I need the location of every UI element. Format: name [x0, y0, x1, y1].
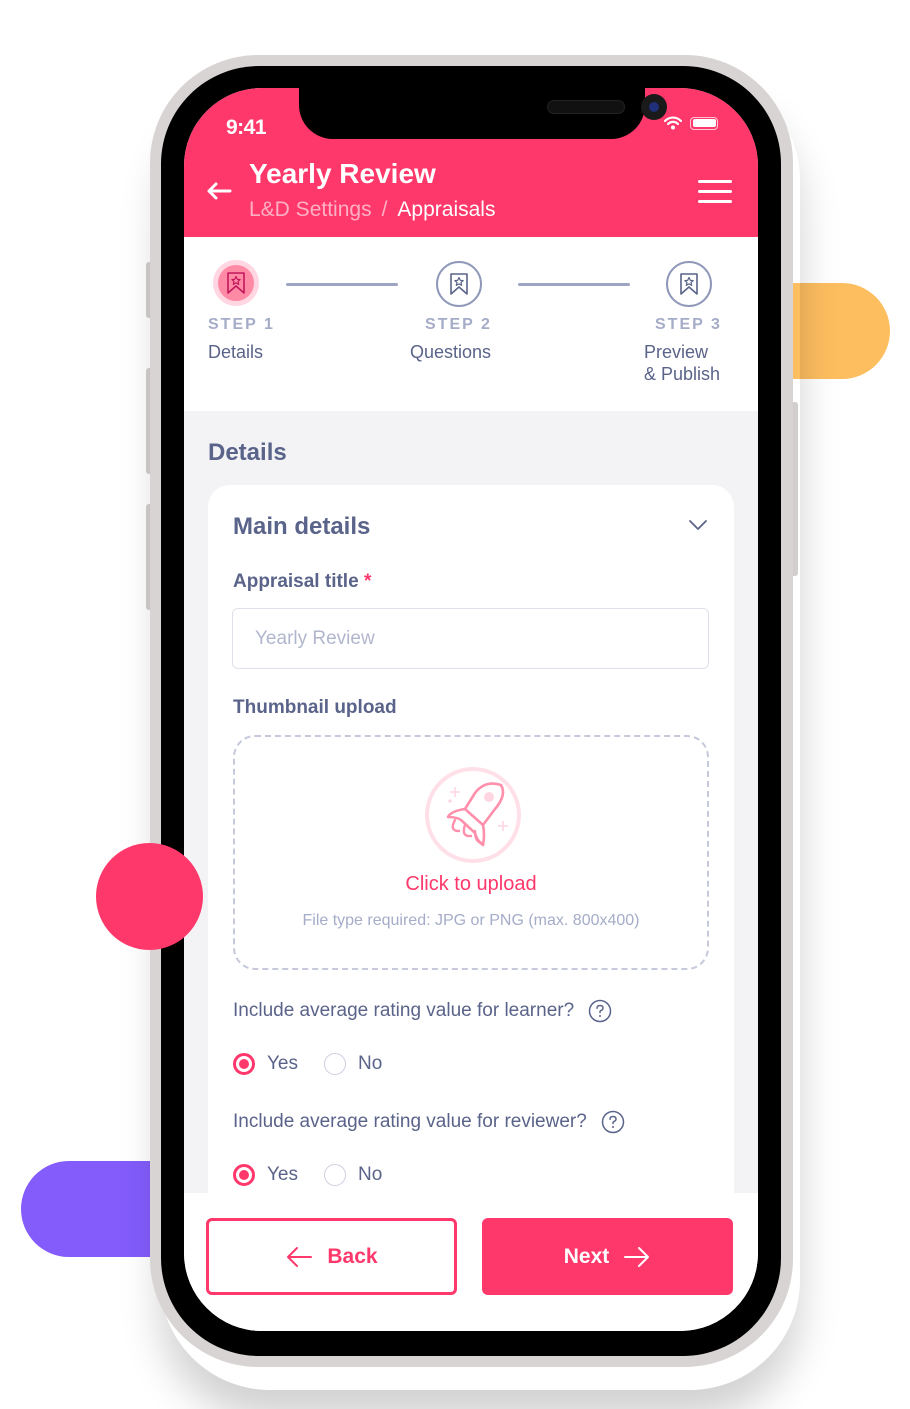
breadcrumb-parent-link[interactable]: L&D Settings — [249, 198, 372, 222]
notch — [299, 88, 667, 139]
radio-label-no: No — [358, 1164, 383, 1185]
section-title: Details — [208, 439, 287, 466]
thumbnail-upload-label: Thumbnail upload — [233, 697, 397, 718]
chevron-down-icon[interactable] — [688, 519, 708, 531]
breadcrumb: L&D Settings / Appraisals — [249, 198, 495, 222]
radio-label-yes: Yes — [267, 1164, 298, 1185]
status-time: 9:41 — [226, 116, 267, 139]
required-marker: * — [363, 571, 372, 592]
back-button-label: Back — [327, 1244, 378, 1268]
next-button[interactable]: Next — [482, 1218, 733, 1295]
battery-icon — [690, 116, 718, 130]
thumbnail-upload-dropzone[interactable]: Click to upload File type required: JPG … — [233, 735, 709, 970]
question-learner: Include average rating value for learner… — [233, 999, 612, 1023]
back-arrow-icon[interactable] — [206, 181, 232, 201]
step-2-circle — [436, 261, 482, 307]
question-reviewer: Include average rating value for reviewe… — [233, 1110, 625, 1134]
arrow-left-icon — [287, 1246, 313, 1267]
radio-yes-selected[interactable] — [233, 1053, 255, 1075]
breadcrumb-separator: / — [381, 198, 388, 221]
step-3-name: Preview — [644, 342, 709, 362]
stepper: STEP 1 Details STEP 2 Questions STEP 3 P — [184, 237, 758, 411]
step-2-label: STEP 2 — [425, 316, 492, 333]
question-reviewer-text: Include average rating value for reviewe… — [233, 1111, 587, 1132]
learner-option-yes[interactable]: Yes — [233, 1053, 298, 1075]
step-3-circle — [666, 261, 712, 307]
breadcrumb-current: Appraisals — [397, 198, 496, 221]
footer-actions: Back Next — [184, 1193, 758, 1331]
main-details-card: Main details Appraisal title * Thumbnail… — [208, 485, 734, 1225]
upload-hint: File type required: JPG or PNG (max. 800… — [302, 912, 640, 929]
help-icon[interactable] — [601, 1110, 625, 1134]
step-connector — [286, 283, 398, 286]
radio-no[interactable] — [324, 1164, 346, 1186]
reviewer-option-yes[interactable]: Yes — [233, 1164, 298, 1186]
bookmark-star-icon — [227, 272, 245, 294]
step-connector — [518, 283, 630, 286]
status-icons — [664, 116, 718, 130]
back-button[interactable]: Back — [206, 1218, 457, 1295]
step-3-label: STEP 3 — [655, 316, 722, 333]
front-camera — [641, 94, 667, 120]
reviewer-rating-radio-group: Yes No — [233, 1164, 408, 1186]
rocket-icon — [425, 767, 521, 863]
page-title: Yearly Review — [249, 158, 436, 189]
next-button-label: Next — [563, 1244, 610, 1268]
step-1-circle — [213, 260, 259, 306]
question-learner-text: Include average rating value for learner… — [233, 1000, 575, 1021]
appraisal-title-label-text: Appraisal title — [233, 571, 359, 592]
radio-yes-selected[interactable] — [233, 1164, 255, 1186]
step-2-name: Questions — [410, 342, 492, 362]
reviewer-option-no[interactable]: No — [324, 1164, 382, 1186]
step-1-name: Details — [208, 342, 264, 362]
bookmark-star-icon — [450, 273, 468, 295]
help-icon[interactable] — [588, 999, 612, 1023]
hamburger-menu-icon[interactable] — [698, 180, 732, 204]
radio-label-no: No — [358, 1053, 383, 1074]
radio-no[interactable] — [324, 1053, 346, 1075]
bookmark-star-icon — [680, 273, 698, 295]
step-1-label: STEP 1 — [208, 316, 275, 333]
card-title: Main details — [233, 513, 371, 540]
phone-screen: 9:41 Yearly Review L&D Settings / Apprai… — [184, 88, 758, 1331]
step-3-name-line2: & Publish — [644, 364, 721, 384]
upload-cta[interactable]: Click to upload — [235, 873, 707, 896]
arrow-right-icon — [624, 1246, 650, 1267]
appraisal-title-input[interactable] — [232, 608, 709, 669]
wifi-icon — [664, 116, 682, 130]
radio-label-yes: Yes — [267, 1053, 298, 1074]
decorative-pink-circle — [96, 843, 203, 950]
speaker — [547, 100, 625, 114]
content-area: Details Main details Appraisal title * T… — [184, 411, 758, 1225]
learner-option-no[interactable]: No — [324, 1053, 382, 1075]
learner-rating-radio-group: Yes No — [233, 1053, 408, 1075]
appraisal-title-label: Appraisal title * — [233, 571, 371, 593]
